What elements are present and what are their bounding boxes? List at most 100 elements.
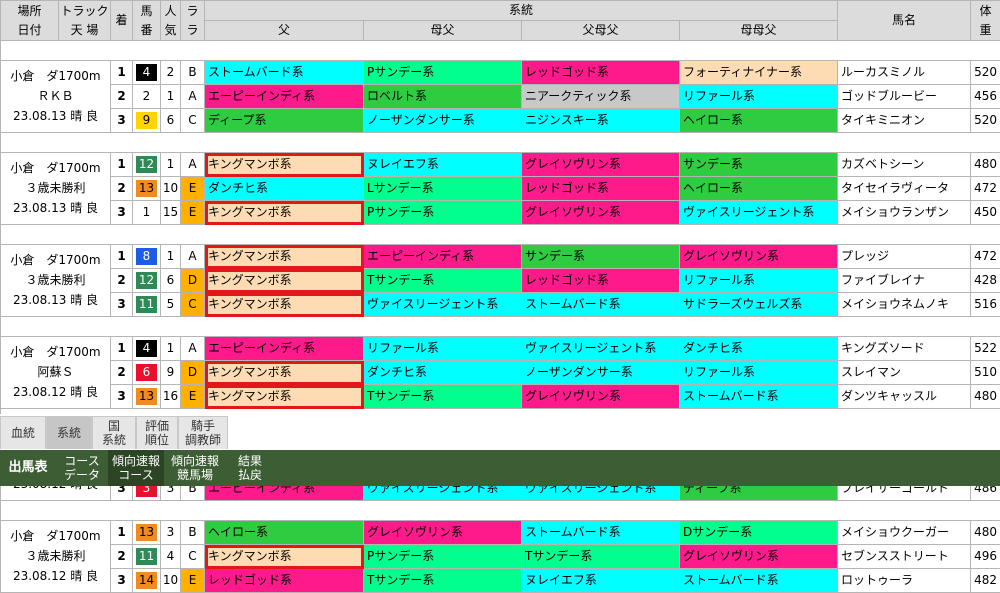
result-row[interactable]: 2126Dキングマンボ系Tサンデー系レッドゴッド系リファール系ファイブレイナ42… xyxy=(1,269,1000,293)
father-mother-father-lineage: レッドゴッド系 xyxy=(522,269,680,293)
father-mother-father-lineage: グレイソヴリン系 xyxy=(522,201,680,225)
father-lineage: キングマンボ系 xyxy=(205,545,364,569)
horse-name[interactable]: ゴッドブルービー xyxy=(838,85,971,109)
result-row[interactable]: 221Aエーピーインディ系ロベルト系ニアークティック系リファール系ゴッドブルービ… xyxy=(1,85,1000,109)
race-info[interactable]: 小倉 ダ1700m３歳未勝利23.08.12 晴 良 xyxy=(1,521,111,593)
horse-name[interactable]: メイショウネムノキ xyxy=(838,293,971,317)
popularity: 10 xyxy=(161,177,181,201)
nav-item-label: 結果 払戻 xyxy=(226,454,274,482)
father-lineage: エーピーインディ系 xyxy=(205,85,364,109)
popularity: 5 xyxy=(161,293,181,317)
header-horse-name: 馬名 xyxy=(838,1,971,41)
nav-item-label: 出馬表 xyxy=(0,461,56,475)
rank-badge: D xyxy=(181,269,205,293)
finish-position: 3 xyxy=(111,293,133,317)
nav-item-2[interactable]: 傾向速報 コース xyxy=(108,450,164,486)
nav-item-3[interactable]: 傾向速報 競馬場 xyxy=(164,450,226,486)
result-row[interactable]: 小倉 ダ1700m３歳未勝利23.08.13 晴 良1121Aキングマンボ系ヌレ… xyxy=(1,153,1000,177)
race-info[interactable]: 小倉 ダ1700m３歳未勝利23.08.13 晴 良 xyxy=(1,153,111,225)
horse-name[interactable]: ダンツキャッスル xyxy=(838,385,971,409)
nav-item-4[interactable]: 結果 払戻 xyxy=(226,450,274,486)
father-lineage: キングマンボ系 xyxy=(205,293,364,317)
horse-number-cell: 12 xyxy=(133,153,161,177)
mother-mother-father-lineage: グレイソヴリン系 xyxy=(680,245,838,269)
finish-position: 1 xyxy=(111,61,133,85)
tab-3[interactable]: 評価 順位 xyxy=(136,416,178,449)
horse-name[interactable]: スレイマン xyxy=(838,361,971,385)
father-mother-father-lineage: レッドゴッド系 xyxy=(522,61,680,85)
tab-0[interactable]: 血統 xyxy=(0,416,46,449)
popularity: 16 xyxy=(161,385,181,409)
popularity: 1 xyxy=(161,85,181,109)
mother-mother-father-lineage: ダンチヒ系 xyxy=(680,337,838,361)
finish-position: 1 xyxy=(111,153,133,177)
horse-name[interactable]: メイショウクーガー xyxy=(838,521,971,545)
race-name: ３歳未勝利 xyxy=(1,271,110,291)
mother-father-lineage: Tサンデー系 xyxy=(364,385,522,409)
result-row[interactable]: 269Dキングマンボ系ダンチヒ系ノーザンダンサー系リファール系スレイマン510 xyxy=(1,361,1000,385)
horse-number-cell: 14 xyxy=(133,569,161,593)
header-track: トラック天 場 xyxy=(59,1,111,41)
tab-4[interactable]: 騎手 調教師 xyxy=(178,416,228,449)
header-father: 父 xyxy=(205,21,364,41)
horse-number-badge: 12 xyxy=(136,156,157,173)
finish-position: 1 xyxy=(111,245,133,269)
horse-name[interactable]: キングズソード xyxy=(838,337,971,361)
horse-name[interactable]: プレッジ xyxy=(838,245,971,269)
result-row[interactable]: 小倉 ダ1700m阿蘇Ｓ23.08.12 晴 良141Aエーピーインディ系リファ… xyxy=(1,337,1000,361)
race-separator xyxy=(1,41,1000,61)
popularity: 6 xyxy=(161,109,181,133)
result-row[interactable]: 小倉 ダ1700m３歳未勝利23.08.12 晴 良1133Bヘイロー系グレイソ… xyxy=(1,521,1000,545)
horse-weight: 520 xyxy=(971,109,1000,133)
horse-number-cell: 2 xyxy=(133,85,161,109)
rank-badge: A xyxy=(181,153,205,177)
result-row[interactable]: 小倉 ダ1700m３歳未勝利23.08.13 晴 良181Aキングマンボ系エーピ… xyxy=(1,245,1000,269)
race-info[interactable]: 小倉 ダ1700mＲＫＢ23.08.13 晴 良 xyxy=(1,61,111,133)
header-mother-father: 母父 xyxy=(364,21,522,41)
horse-number-cell: 13 xyxy=(133,521,161,545)
horse-name[interactable]: メイショウランザン xyxy=(838,201,971,225)
view-tabs: 血統系統国 系統評価 順位騎手 調教師 xyxy=(0,414,1000,450)
father-lineage: キングマンボ系 xyxy=(205,201,364,225)
mother-father-lineage: Lサンデー系 xyxy=(364,177,522,201)
horse-name[interactable]: ロットゥーラ xyxy=(838,569,971,593)
result-row[interactable]: 3115Cキングマンボ系ヴァイスリージェント系ストームバード系サドラーズウェルズ… xyxy=(1,293,1000,317)
result-row[interactable]: 3115Eキングマンボ系Pサンデー系グレイソヴリン系ヴァイスリージェント系メイシ… xyxy=(1,201,1000,225)
horse-name[interactable]: タイキミニオン xyxy=(838,109,971,133)
nav-item-0[interactable]: 出馬表 xyxy=(0,450,56,486)
race-info[interactable]: 小倉 ダ1700m３歳未勝利23.08.13 晴 良 xyxy=(1,245,111,317)
horse-name[interactable]: ファイブレイナ xyxy=(838,269,971,293)
race-name: ３歳未勝利 xyxy=(1,547,110,567)
race-separator xyxy=(1,317,1000,337)
horse-number-badge: 9 xyxy=(136,112,157,129)
popularity: 2 xyxy=(161,61,181,85)
mother-mother-father-lineage: サドラーズウェルズ系 xyxy=(680,293,838,317)
race-date: 23.08.13 晴 良 xyxy=(1,107,110,127)
rank-badge: E xyxy=(181,569,205,593)
result-row[interactable]: 21310Eダンチヒ系Lサンデー系レッドゴッド系ヘイロー系タイセイラヴィータ47… xyxy=(1,177,1000,201)
result-row[interactable]: 小倉 ダ1700mＲＫＢ23.08.13 晴 良142Bストームバード系Pサンデ… xyxy=(1,61,1000,85)
horse-name[interactable]: カズベトシーン xyxy=(838,153,971,177)
result-row[interactable]: 2114Cキングマンボ系Pサンデー系Tサンデー系グレイソヴリン系セブンスストリー… xyxy=(1,545,1000,569)
popularity: 9 xyxy=(161,361,181,385)
result-row[interactable]: 31410Eレッドゴッド系Tサンデー系ヌレイエフ系ストームバード系ロットゥーラ4… xyxy=(1,569,1000,593)
header-ninki: 人気 xyxy=(161,1,181,41)
race-place: 小倉 ダ1700m xyxy=(1,343,110,363)
race-place: 小倉 ダ1700m xyxy=(1,67,110,87)
race-date: 23.08.12 晴 良 xyxy=(1,567,110,587)
horse-number-badge: 4 xyxy=(136,340,157,357)
race-info[interactable]: 小倉 ダ1700m阿蘇Ｓ23.08.12 晴 良 xyxy=(1,337,111,409)
header-row-1: 場所日付トラック天 場着馬番人気ララ系統馬名体重 xyxy=(1,1,1000,21)
tab-1[interactable]: 系統 xyxy=(46,416,92,449)
tab-2[interactable]: 国 系統 xyxy=(92,416,136,449)
horse-weight: 482 xyxy=(971,569,1000,593)
result-row[interactable]: 31316Eキングマンボ系Tサンデー系グレイソヴリン系ストームバード系ダンツキャ… xyxy=(1,385,1000,409)
header-chaku: 着 xyxy=(111,1,133,41)
horse-name[interactable]: タイセイラヴィータ xyxy=(838,177,971,201)
father-lineage: エーピーインディ系 xyxy=(205,337,364,361)
horse-name[interactable]: セブンスストリート xyxy=(838,545,971,569)
popularity: 6 xyxy=(161,269,181,293)
nav-item-1[interactable]: コース データ xyxy=(56,450,108,486)
horse-name[interactable]: ルーカスミノル xyxy=(838,61,971,85)
result-row[interactable]: 396Cディープ系ノーザンダンサー系ニジンスキー系ヘイロー系タイキミニオン520 xyxy=(1,109,1000,133)
